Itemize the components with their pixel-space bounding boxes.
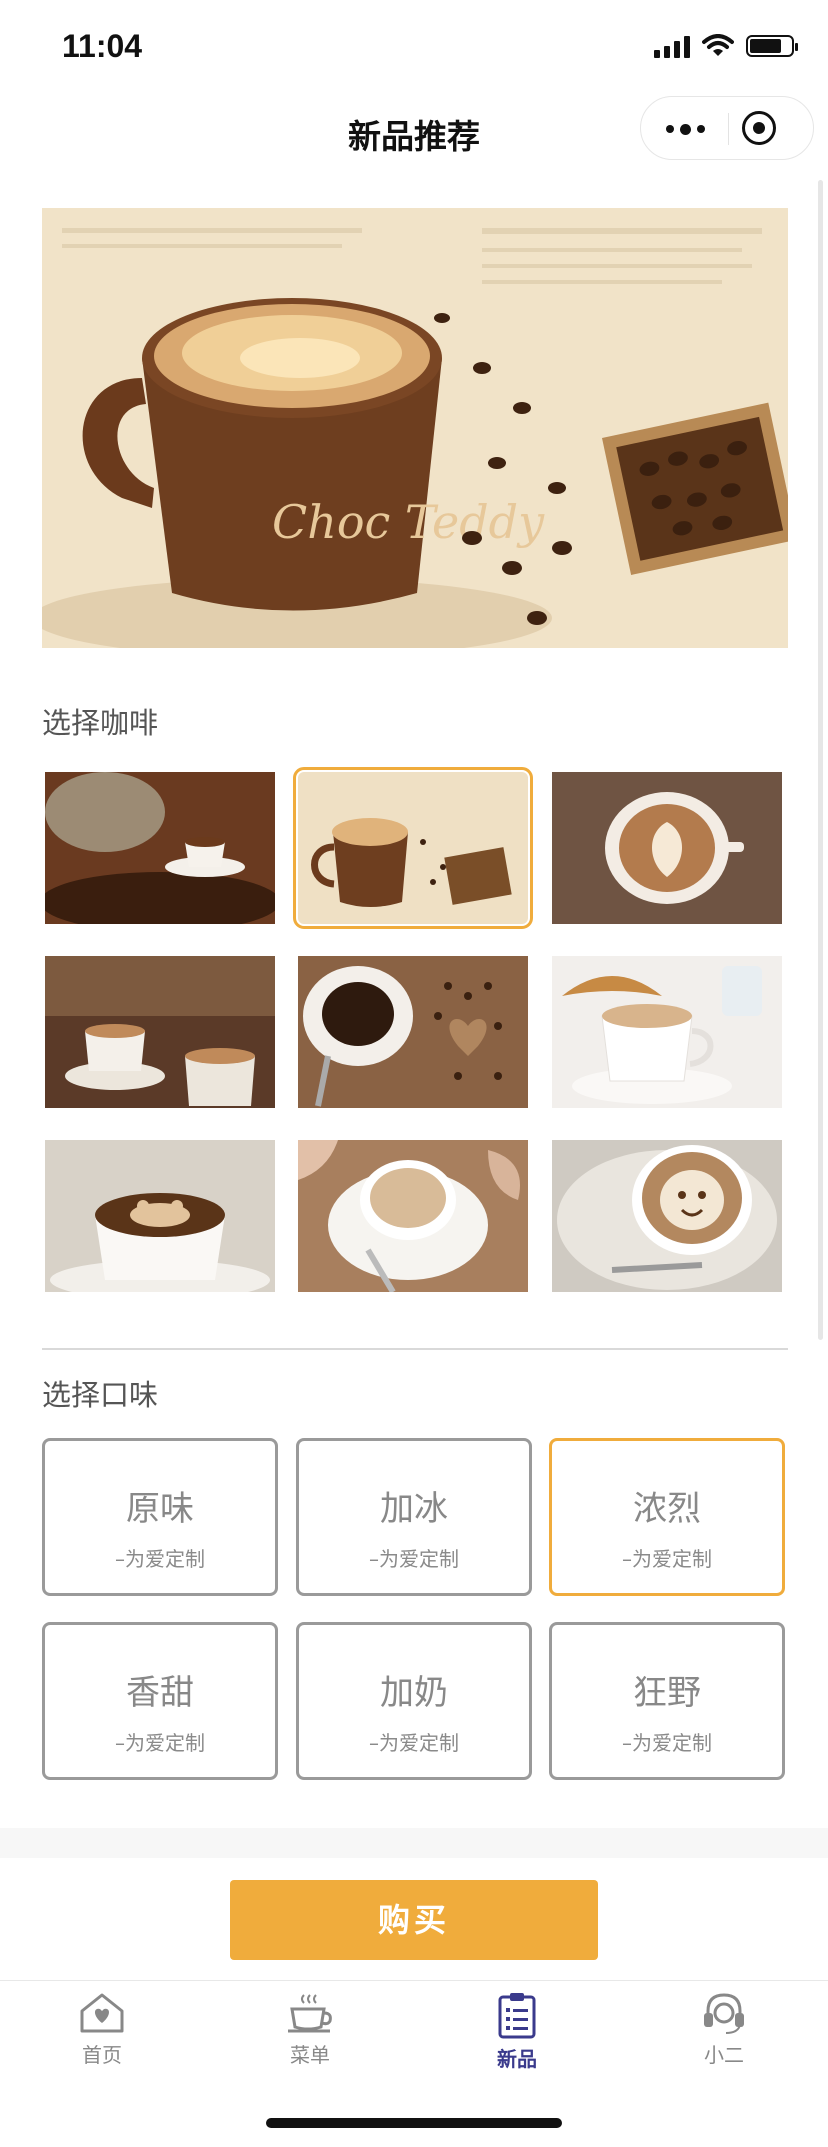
flavor-option-4[interactable]: 香甜 –为爱定制 bbox=[42, 1622, 278, 1780]
tab-menu[interactable]: 菜单 bbox=[250, 1991, 370, 2068]
coffee-option-7[interactable] bbox=[45, 1140, 275, 1292]
coffee-option-4[interactable] bbox=[45, 956, 275, 1108]
flavor-option-6[interactable]: 狂野 –为爱定制 bbox=[549, 1622, 785, 1780]
navigation-bar: 新品推荐 bbox=[0, 96, 828, 184]
flavor-name: 狂野 bbox=[633, 1673, 701, 1713]
tab-label: 小二 bbox=[704, 2043, 744, 2067]
coffee-option-6[interactable] bbox=[552, 956, 782, 1108]
flavor-subtitle: –为爱定制 bbox=[115, 1547, 205, 1571]
flavor-option-5[interactable]: 加奶 –为爱定制 bbox=[296, 1622, 532, 1780]
buy-button[interactable]: 购买 bbox=[230, 1880, 598, 1960]
flavor-subtitle: –为爱定制 bbox=[115, 1731, 205, 1755]
tab-new[interactable]: 新品 bbox=[457, 1991, 577, 2072]
tab-label: 新品 bbox=[497, 2047, 537, 2071]
flavor-section-title: 选择口味 bbox=[42, 1378, 159, 1412]
mini-program-capsule bbox=[640, 96, 814, 160]
wifi-icon bbox=[702, 34, 734, 56]
flavor-subtitle: –为爱定制 bbox=[369, 1547, 459, 1571]
flavor-subtitle: –为爱定制 bbox=[622, 1547, 712, 1571]
coffee-cup-icon bbox=[288, 1994, 332, 2033]
clipboard-list-icon bbox=[498, 1993, 536, 2039]
coffee-option-1[interactable] bbox=[45, 772, 275, 924]
tab-service[interactable]: 小二 bbox=[664, 1991, 784, 2068]
coffee-option-8[interactable] bbox=[298, 1140, 528, 1292]
cup-text: Choc Teddy bbox=[272, 495, 545, 549]
coffee-option-9[interactable] bbox=[552, 1140, 782, 1292]
coffee-option-5[interactable] bbox=[298, 956, 528, 1108]
home-heart-icon bbox=[80, 1993, 124, 2033]
tab-bar: 首页 菜单 新品 小二 bbox=[0, 1980, 828, 2111]
tab-label: 首页 bbox=[82, 2043, 122, 2067]
capsule-divider bbox=[728, 113, 729, 145]
status-time: 11:04 bbox=[62, 28, 143, 64]
home-indicator[interactable] bbox=[266, 2118, 562, 2128]
tab-label: 菜单 bbox=[290, 2043, 330, 2067]
status-icons bbox=[654, 34, 798, 58]
flavor-name: 加冰 bbox=[380, 1489, 448, 1529]
flavor-option-2[interactable]: 加冰 –为爱定制 bbox=[296, 1438, 532, 1596]
flavor-name: 加奶 bbox=[380, 1673, 448, 1713]
flavor-subtitle: –为爱定制 bbox=[369, 1731, 459, 1755]
battery-icon bbox=[746, 35, 798, 57]
flavor-name: 香甜 bbox=[126, 1673, 194, 1713]
tab-home[interactable]: 首页 bbox=[42, 1991, 162, 2068]
flavor-subtitle: –为爱定制 bbox=[622, 1731, 712, 1755]
hero-image: Choc Teddy bbox=[42, 208, 788, 648]
section-divider bbox=[42, 1348, 788, 1350]
signal-icon bbox=[654, 34, 690, 58]
flavor-option-1[interactable]: 原味 –为爱定制 bbox=[42, 1438, 278, 1596]
scrollbar[interactable] bbox=[818, 180, 823, 1340]
coffee-section-title: 选择咖啡 bbox=[42, 706, 159, 740]
status-bar: 11:04 bbox=[0, 0, 828, 96]
close-mini-program-button[interactable] bbox=[742, 111, 776, 145]
section-spacer bbox=[0, 1828, 828, 1858]
headset-icon bbox=[704, 1993, 744, 2034]
flavor-name: 浓烈 bbox=[633, 1489, 701, 1529]
flavor-name: 原味 bbox=[126, 1489, 194, 1529]
flavor-option-3[interactable]: 浓烈 –为爱定制 bbox=[549, 1438, 785, 1596]
coffee-option-3[interactable] bbox=[552, 772, 782, 924]
coffee-option-2[interactable] bbox=[293, 767, 533, 929]
more-options-button[interactable] bbox=[641, 97, 729, 161]
